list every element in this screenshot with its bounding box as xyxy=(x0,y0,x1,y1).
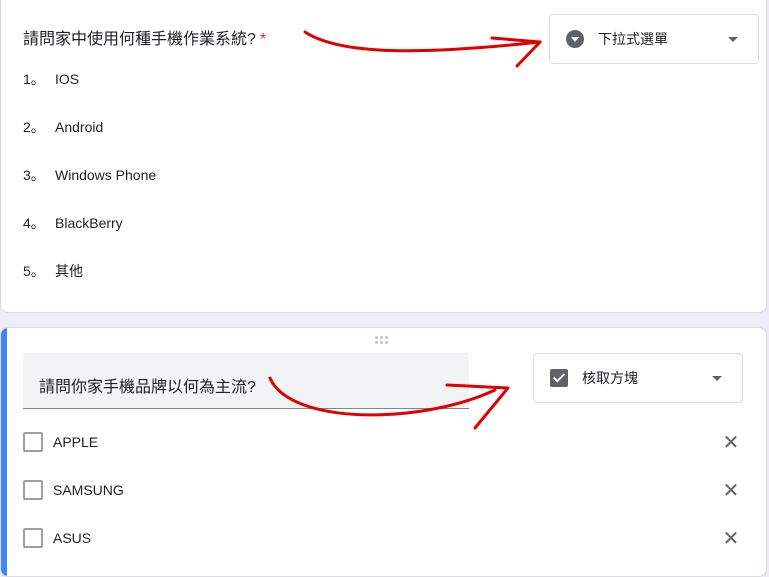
question-title-input[interactable]: 請問你家手機品牌以何為主流? xyxy=(23,353,469,409)
chevron-down-icon xyxy=(712,375,722,381)
option-number: 4。 xyxy=(23,215,45,231)
list-item[interactable]: 2。 Android xyxy=(23,117,103,137)
option-label[interactable]: SAMSUNG xyxy=(53,482,719,498)
option-label: IOS xyxy=(55,71,80,87)
option-label: BlackBerry xyxy=(55,215,123,231)
question-type-label: 核取方塊 xyxy=(582,370,638,386)
required-asterisk: * xyxy=(259,31,267,48)
checkbox-option-row[interactable]: SAMSUNG ✕ xyxy=(23,478,743,502)
option-label: Android xyxy=(55,119,104,135)
checkbox-option-row[interactable]: APPLE ✕ xyxy=(23,430,743,454)
checkbox-square-icon[interactable] xyxy=(23,432,43,452)
question-type-dropdown[interactable]: 下拉式選單 xyxy=(549,14,759,64)
option-number: 3。 xyxy=(23,167,45,183)
question-title-text: 請問家中使用何種手機作業系統? xyxy=(23,31,256,48)
checkbox-icon xyxy=(550,369,568,387)
checkbox-square-icon[interactable] xyxy=(23,528,43,548)
checkbox-square-icon[interactable] xyxy=(23,480,43,500)
question-card-1[interactable]: 請問家中使用何種手機作業系統? * 下拉式選單 1。 IOS 2。 Android 3… xyxy=(0,0,767,313)
active-card-accent xyxy=(1,328,7,576)
option-label[interactable]: ASUS xyxy=(53,530,719,546)
option-number: 2。 xyxy=(23,119,45,135)
close-icon[interactable]: ✕ xyxy=(719,430,743,455)
drag-handle-icon[interactable] xyxy=(375,336,391,346)
list-item[interactable]: 5。 其他 xyxy=(23,261,83,281)
question-type-label: 下拉式選單 xyxy=(598,31,668,47)
option-label: 其他 xyxy=(55,263,83,279)
option-number: 1。 xyxy=(23,71,45,87)
dropdown-circle-icon xyxy=(566,30,584,48)
list-item[interactable]: 3。 Windows Phone xyxy=(23,165,156,185)
question-card-2[interactable]: 請問你家手機品牌以何為主流? 核取方塊 APPLE ✕ SAMSUNG ✕ AS… xyxy=(0,327,767,577)
question-title: 請問家中使用何種手機作業系統? * xyxy=(23,25,266,49)
list-item[interactable]: 1。 IOS xyxy=(23,69,79,89)
close-icon[interactable]: ✕ xyxy=(719,526,743,551)
close-icon[interactable]: ✕ xyxy=(719,478,743,503)
question-type-dropdown[interactable]: 核取方塊 xyxy=(533,353,743,403)
checkbox-option-row[interactable]: ASUS ✕ xyxy=(23,526,743,550)
option-label: Windows Phone xyxy=(55,167,157,183)
list-item[interactable]: 4。 BlackBerry xyxy=(23,213,123,233)
chevron-down-icon xyxy=(728,36,738,42)
question-title-text: 請問你家手機品牌以何為主流? xyxy=(39,379,256,396)
option-number: 5。 xyxy=(23,263,45,279)
option-label[interactable]: APPLE xyxy=(53,434,719,450)
